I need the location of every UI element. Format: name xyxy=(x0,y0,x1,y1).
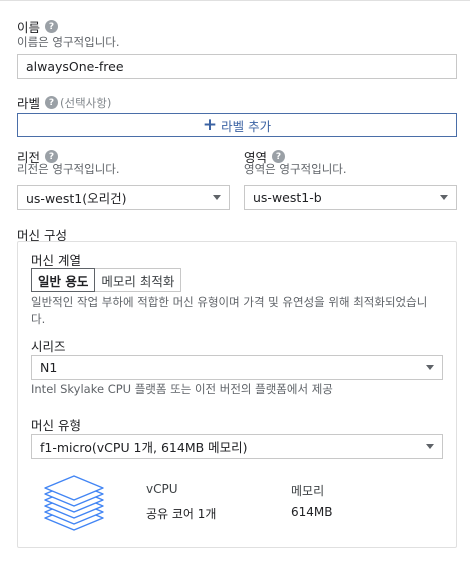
vcpu-value: 공유 코어 1개 xyxy=(146,507,217,521)
help-icon[interactable]: ? xyxy=(45,96,59,109)
vcpu-header: vCPU xyxy=(146,482,178,496)
zone-value: us-west1-b xyxy=(253,190,322,205)
labels-label: 라벨 xyxy=(17,96,41,111)
dropdown-caret-icon xyxy=(213,195,221,200)
machine-type-value: f1-micro(vCPU 1개, 614MB 메모리) xyxy=(40,440,248,455)
tab-general-purpose[interactable]: 일반 용도 xyxy=(31,268,96,292)
machine-type-label: 머신 유형 xyxy=(31,418,81,433)
region-select[interactable]: us-west1(오리건) xyxy=(17,185,230,210)
labels-label-row: 라벨 ? (선택사항) xyxy=(17,93,111,112)
memory-value: 614MB xyxy=(291,505,333,519)
add-label-button[interactable]: + 라벨 추가 xyxy=(17,113,457,137)
series-select[interactable]: N1 xyxy=(31,355,443,380)
series-value: N1 xyxy=(40,360,58,375)
name-input[interactable]: alwaysOne-free xyxy=(17,54,457,79)
dropdown-caret-icon xyxy=(440,195,448,200)
machine-family-description: 일반적인 작업 부하에 적합한 머신 유형이며 가격 및 유연성을 위해 최적화… xyxy=(31,295,428,326)
name-hint: 이름은 영구적입니다. xyxy=(17,35,120,49)
plus-icon: + xyxy=(202,114,218,135)
tab-memory-optimized[interactable]: 메모리 최적화 xyxy=(95,268,182,292)
help-icon[interactable]: ? xyxy=(45,20,59,33)
region-value: us-west1(오리건) xyxy=(26,191,127,206)
zone-select[interactable]: us-west1-b xyxy=(244,185,457,210)
machine-type-select[interactable]: f1-micro(vCPU 1개, 614MB 메모리) xyxy=(31,434,443,459)
top-divider xyxy=(0,0,470,1)
labels-optional: (선택사항) xyxy=(60,95,112,110)
memory-header: 메모리 xyxy=(291,484,325,498)
machine-family-tabs: 일반 용도 메모리 최적화 xyxy=(31,268,182,292)
series-label: 시리즈 xyxy=(31,339,66,354)
series-description: Intel Skylake CPU 플랫폼 또는 이전 버전의 플랫폼에서 제공 xyxy=(31,382,333,396)
region-hint: 리전은 영구적입니다. xyxy=(17,162,120,176)
dropdown-caret-icon xyxy=(426,365,434,370)
stacked-layers-icon xyxy=(41,474,107,534)
dropdown-caret-icon xyxy=(426,444,434,449)
add-label-text: 라벨 추가 xyxy=(221,118,272,134)
zone-hint: 영역은 영구적입니다. xyxy=(244,162,347,176)
machine-family-label: 머신 계열 xyxy=(31,253,81,268)
